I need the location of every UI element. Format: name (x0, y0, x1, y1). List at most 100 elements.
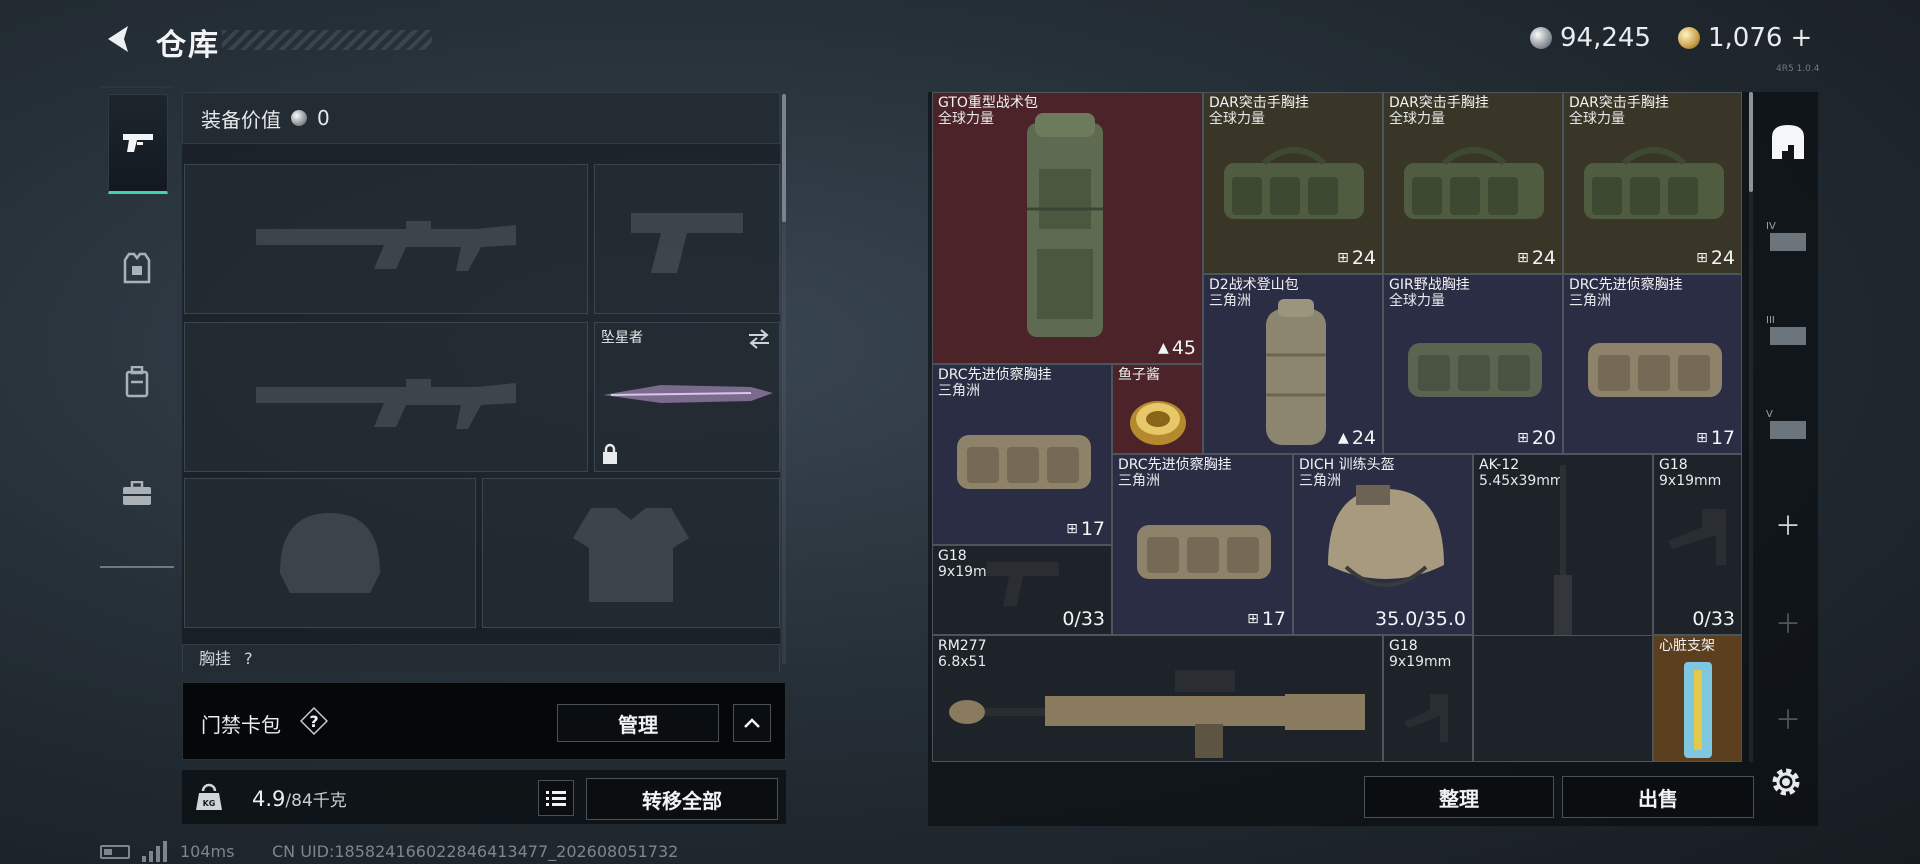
item-ammo: 0/33 (1062, 608, 1105, 630)
heart-stent-image (1684, 662, 1712, 758)
weight-readout: 4.9/84千克 (252, 786, 347, 811)
stash-tab-iv[interactable]: IV (1762, 208, 1814, 264)
list-view-button[interactable] (538, 780, 574, 816)
stash-grid: GTO重型战术包 全球力量 ▲ 45 DAR突击手胸挂 全球力量 ⊞ 24 DAR突… (932, 92, 1742, 762)
melee-slot-label: 坠星者 (601, 330, 643, 346)
gear-icon (1772, 768, 1800, 796)
stash-item-rm277[interactable]: RM277 6.8x51 (932, 635, 1383, 762)
chest-rig-help-icon[interactable]: ? (244, 649, 253, 668)
nav-weapons-tab[interactable] (108, 94, 168, 194)
add-stash-tab-icon[interactable]: ＋ (1762, 690, 1814, 746)
back-arrow-icon (108, 26, 128, 52)
stash-expansion-iii-icon: III (1766, 315, 1806, 345)
pistol-icon (123, 134, 153, 152)
pistol-image (987, 562, 1059, 606)
item-name: DICH 训练头盔 (1299, 457, 1395, 473)
stash-item-dar-rig[interactable]: DAR突击手胸挂 全球力量 ⊞ 24 (1383, 92, 1563, 274)
helmet-silhouette-icon (280, 513, 380, 593)
stash-item-dar-rig[interactable]: DAR突击手胸挂 全球力量 ⊞ 24 (1203, 92, 1383, 274)
equipment-value-label: 装备价值 (201, 107, 281, 132)
manage-button[interactable]: 管理 (557, 704, 719, 742)
chest-rig-image (1408, 343, 1542, 397)
stash-tab-iii[interactable]: III (1762, 302, 1814, 358)
secondary-weapon-slot[interactable] (184, 322, 588, 472)
help-icon[interactable]: ? (299, 706, 329, 736)
helmet-slot[interactable] (184, 478, 476, 628)
primary-weapon-slot[interactable] (184, 164, 588, 314)
item-count: ⊞ 24 (1337, 247, 1376, 269)
sort-button[interactable]: 整理 (1364, 776, 1554, 818)
stash-expansion-v-icon: V (1766, 409, 1806, 439)
item-count: ⊞ 24 (1517, 247, 1556, 269)
silver-currency[interactable]: 94,245 (1530, 20, 1651, 56)
loadout-panel: 装备价值 0 坠星者 胸挂 ? (182, 92, 780, 672)
nav-armor-tab[interactable] (108, 220, 166, 316)
stash-scrollbar-thumb[interactable] (1749, 92, 1753, 192)
item-name: DAR突击手胸挂 (1569, 95, 1669, 111)
stash-item-dich-helmet[interactable]: DICH 训练头盔 三角洲 35.0/35.0 (1293, 454, 1473, 635)
back-button[interactable] (100, 20, 138, 58)
stash-item-d2-backpack[interactable]: D2战术登山包 三角洲 ▲ 24 (1203, 274, 1383, 454)
nav-case-tab[interactable] (108, 446, 166, 542)
title-decoration (222, 30, 432, 50)
item-faction: 全球力量 (1389, 111, 1445, 127)
stash-home-icon (1772, 125, 1804, 159)
sell-button[interactable]: 出售 (1562, 776, 1754, 818)
chest-rig-image (1137, 525, 1271, 579)
item-name: 心脏支架 (1659, 638, 1715, 654)
svg-text:KG: KG (203, 799, 216, 808)
item-faction: 三角洲 (1569, 293, 1611, 309)
capacity-icon: ⊞ (1066, 521, 1078, 537)
sidearm-slot[interactable] (594, 164, 780, 314)
add-currency-icon[interactable]: + (1790, 23, 1812, 53)
loadout-scrollbar-thumb[interactable] (782, 94, 786, 222)
stash-tab-v[interactable]: V (1762, 396, 1814, 452)
item-name: 鱼子酱 (1118, 367, 1160, 383)
stash-item-drc-rig[interactable]: DRC先进侦察胸挂 三角洲 ⊞ 17 (932, 364, 1112, 545)
item-count: ▲ 24 (1338, 427, 1376, 449)
nav-divider (100, 566, 174, 568)
stash-tabs: IV III V ＋ ＋ ＋ (1762, 96, 1814, 746)
settings-button[interactable] (1766, 762, 1806, 802)
silver-coin-icon (291, 110, 307, 126)
capacity-icon: ⊞ (1517, 430, 1529, 446)
stash-item-drc-rig[interactable]: DRC先进侦察胸挂 三角洲 ⊞ 17 (1563, 274, 1742, 454)
stash-scrollbar-track[interactable] (1749, 92, 1753, 762)
access-card-label: 门禁卡包 (201, 713, 281, 737)
stash-item-g18[interactable]: G18 9x19mm 0/33 (1653, 454, 1742, 635)
briefcase-icon (123, 481, 151, 505)
transfer-all-button[interactable]: 转移全部 (586, 778, 778, 820)
stash-tab-main[interactable] (1762, 114, 1814, 170)
add-stash-tab-icon[interactable]: ＋ (1762, 594, 1814, 650)
stash-item-g18[interactable]: G18 9x19mm (1383, 635, 1473, 762)
pistol-silhouette-icon (631, 213, 743, 273)
stash-item-drc-rig[interactable]: DRC先进侦察胸挂 三角洲 ⊞ 17 (1112, 454, 1293, 635)
stash-item-gto-backpack[interactable]: GTO重型战术包 全球力量 ▲ 45 (932, 92, 1203, 364)
collapse-button[interactable] (733, 704, 771, 742)
rifle-silhouette-icon (256, 379, 516, 429)
lock-icon (603, 443, 617, 464)
item-name: DRC先进侦察胸挂 (938, 367, 1052, 383)
stash-item-caviar[interactable]: 鱼子酱 (1112, 364, 1203, 454)
chest-rig-row[interactable]: 胸挂 ? (182, 644, 780, 672)
swap-icon[interactable] (747, 329, 771, 349)
item-count: ▲ 45 (1158, 337, 1196, 359)
nav-backpack-tab[interactable] (108, 334, 166, 430)
melee-slot[interactable]: 坠星者 (594, 322, 780, 472)
stash-item-ak12-continued[interactable] (1473, 635, 1653, 762)
body-armor-slot[interactable] (482, 478, 780, 628)
access-card-bar: 门禁卡包 ? 管理 (182, 682, 786, 760)
item-ammo: 0/33 (1692, 608, 1735, 630)
stash-item-heart-stent[interactable]: 心脏支架 (1653, 635, 1742, 762)
kg-weight-icon: KG (196, 783, 222, 810)
item-faction: 全球力量 (1389, 293, 1445, 309)
item-faction: 三角洲 (938, 383, 980, 399)
item-faction: 全球力量 (1569, 111, 1625, 127)
stash-item-dar-rig[interactable]: DAR突击手胸挂 全球力量 ⊞ 24 (1563, 92, 1742, 274)
svg-text:IV: IV (1766, 221, 1776, 232)
heavy-backpack-image (1027, 113, 1103, 337)
add-stash-tab-icon[interactable]: ＋ (1762, 496, 1814, 552)
stash-item-g18[interactable]: G18 9x19mm 0/33 (932, 545, 1112, 635)
gold-currency[interactable]: 1,076 + (1678, 20, 1812, 56)
stash-item-gir-rig[interactable]: GIR野战胸挂 全球力量 ⊞ 20 (1383, 274, 1563, 454)
